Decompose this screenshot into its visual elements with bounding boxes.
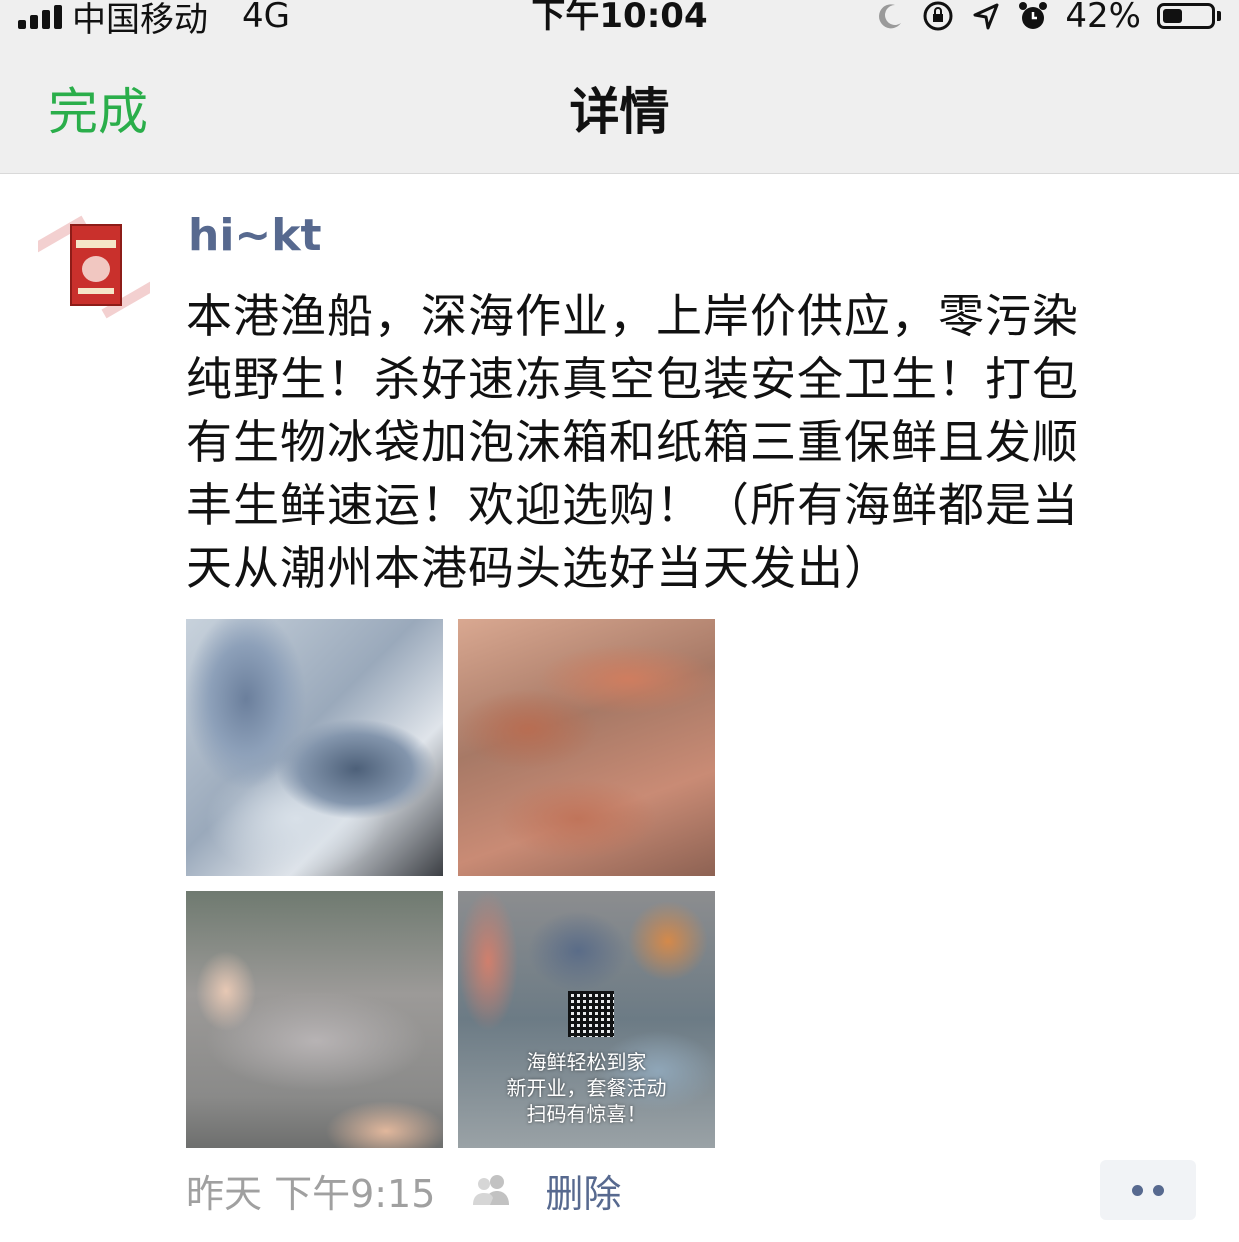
photo-grid: 海鲜轻松到家 新开业，套餐活动 扫码有惊喜！ (186, 619, 716, 1149)
battery-icon (1157, 3, 1221, 29)
more-actions-button[interactable] (1100, 1160, 1196, 1220)
post-timestamp: 昨天 下午9:15 (186, 1171, 436, 1216)
photo-red-fish[interactable] (458, 619, 715, 876)
network-type: 4G (242, 0, 290, 36)
rotation-lock-icon (923, 1, 953, 31)
carrier-name: 中国移动 (72, 0, 208, 40)
post-footer: 昨天 下午9:15 删除 (186, 1162, 621, 1218)
status-right: 42% (875, 0, 1221, 36)
photo-seafood-collage[interactable]: 海鲜轻松到家 新开业，套餐活动 扫码有惊喜！ (458, 891, 715, 1148)
dot-icon (1132, 1184, 1143, 1196)
friends-visibility-icon (469, 1173, 515, 1207)
photo-frozen-fish[interactable] (186, 619, 443, 876)
page-title: 详情 (569, 83, 670, 141)
post-author-name[interactable]: hi~kt (188, 206, 322, 266)
delete-button[interactable]: 删除 (545, 1163, 621, 1218)
photo-spotted-fish[interactable] (186, 891, 443, 1148)
post-text: 本港渔船，深海作业，上岸价供应，零污染 纯野生！杀好速冻真空包装安全卫生！打包 … (186, 289, 1079, 595)
battery-percent: 42% (1065, 0, 1141, 36)
location-arrow-icon (973, 3, 999, 30)
status-bar: 中国移动 4G 下午10:04 42% (0, 0, 1239, 40)
avatar[interactable] (38, 210, 150, 322)
qr-code (568, 991, 614, 1037)
photo-overlay-text: 海鲜轻松到家 新开业，套餐活动 扫码有惊喜！ (506, 1050, 667, 1126)
alarm-icon (1019, 2, 1048, 29)
signal-icon (18, 3, 62, 29)
dot-icon (1153, 1184, 1164, 1196)
navigation-bar: 完成 详情 (0, 40, 1239, 174)
status-left: 中国移动 4G (18, 0, 290, 40)
moon-icon (879, 4, 902, 29)
